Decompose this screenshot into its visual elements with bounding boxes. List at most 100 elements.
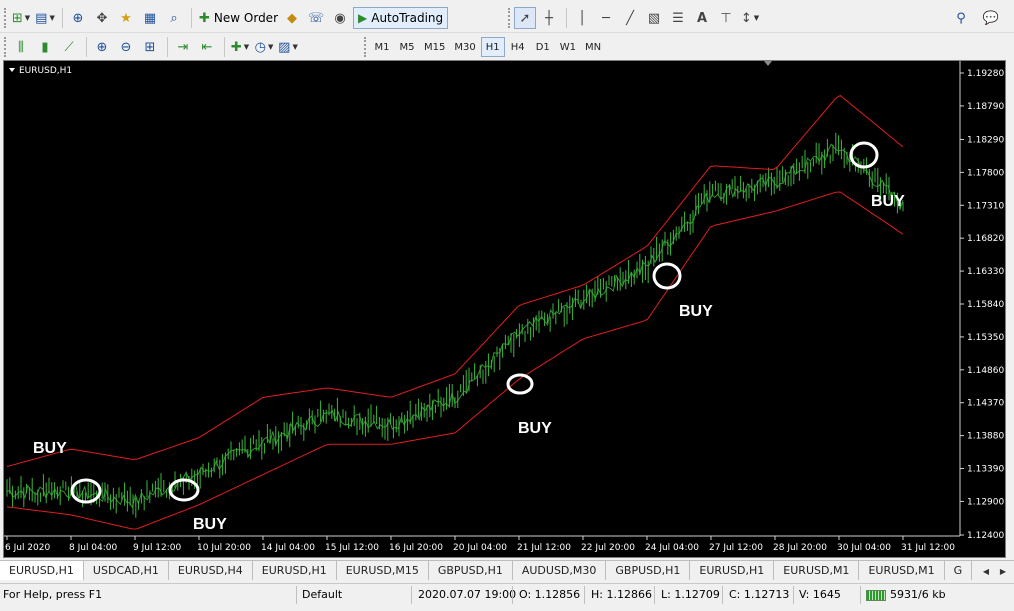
timeframe-m1-button[interactable]: M1 xyxy=(370,37,394,57)
buy-signal-circle xyxy=(652,262,682,290)
toolbar-grip[interactable] xyxy=(508,8,511,28)
chart-tab[interactable]: AUDUSD,M30 xyxy=(513,561,607,580)
equidistant-channel-button[interactable]: ▧ xyxy=(643,7,665,29)
channel-icon: ▧ xyxy=(647,10,661,26)
timeframe-m15-button[interactable]: M15 xyxy=(420,37,449,57)
chart-tab[interactable]: EURUSD,H4 xyxy=(169,561,253,580)
metaeditor-button[interactable]: ◆ xyxy=(281,7,303,29)
profiles-icon: ▤ xyxy=(35,10,48,26)
crosshair-move-icon: ✥ xyxy=(96,10,108,26)
data-window-button[interactable]: ✥ xyxy=(91,7,113,29)
timeframe-mn-button[interactable]: MN xyxy=(581,37,605,57)
status-datetime: 2020.07.07 19:00 xyxy=(418,588,517,601)
timeframe-m5-button[interactable]: M5 xyxy=(395,37,419,57)
navigator-button[interactable]: ★ xyxy=(115,7,137,29)
profiles-button[interactable]: ▤ ▼ xyxy=(34,7,56,29)
bar-chart-button[interactable]: ⫼ xyxy=(10,36,32,58)
zoom-in-button[interactable]: ⊕ xyxy=(91,36,113,58)
trendline-button[interactable]: ╱ xyxy=(619,7,641,29)
time-tick-label: 28 Jul 20:00 xyxy=(773,543,827,553)
horizontal-line-icon: ─ xyxy=(602,10,610,26)
horizontal-line-button[interactable]: ─ xyxy=(595,7,617,29)
timeframe-buttons: M1 M5 M15 M30 H1 H4 D1 W1 MN xyxy=(370,37,606,57)
signals-button[interactable]: ☏ xyxy=(305,7,327,29)
status-profile: Default xyxy=(302,588,343,601)
status-low: L: 1.12709 xyxy=(661,588,720,601)
market-button[interactable]: ◉ xyxy=(329,7,351,29)
price-tick-label: 1.17800 xyxy=(967,168,1004,178)
status-separator xyxy=(296,586,297,604)
chart-tab[interactable]: EURUSD,H1 xyxy=(0,561,84,580)
chart-tab[interactable]: GBPUSD,H1 xyxy=(429,561,513,580)
status-separator xyxy=(860,586,861,604)
toolbar-separator xyxy=(62,8,63,28)
text-label-button[interactable]: ⊤ xyxy=(715,7,737,29)
autotrading-button[interactable]: ▶ AutoTrading xyxy=(353,7,449,29)
zoom-out-button[interactable]: ⊖ xyxy=(115,36,137,58)
time-tick-label: 14 Jul 04:00 xyxy=(261,543,315,553)
metaeditor-icon: ◆ xyxy=(287,10,297,26)
clock-icon: ◷ xyxy=(254,39,266,55)
chevron-down-icon: ▼ xyxy=(292,43,298,51)
chart-tab[interactable]: EURUSD,M1 xyxy=(859,561,945,580)
chart-tab[interactable]: USDCAD,H1 xyxy=(84,561,169,580)
chat-button[interactable]: 💬 xyxy=(980,7,1002,29)
timeframe-w1-button[interactable]: W1 xyxy=(556,37,580,57)
new-chart-button[interactable]: ⊞ ▼ xyxy=(10,7,32,29)
tabs-scroll-right-button[interactable]: ▶ xyxy=(996,564,1010,578)
arrows-button[interactable]: ↕ ▼ xyxy=(739,7,761,29)
candlestick-button[interactable]: ▮ xyxy=(34,36,56,58)
chart-shift-button[interactable]: ⇤ xyxy=(196,36,218,58)
fibonacci-button[interactable]: ☰ xyxy=(667,7,689,29)
search-button[interactable]: ⚲ xyxy=(950,7,972,29)
periods-button[interactable]: ◷ ▼ xyxy=(253,36,275,58)
status-separator xyxy=(512,586,513,604)
chart-tab[interactable]: EURUSD,H1 xyxy=(690,561,775,580)
auto-scroll-button[interactable]: ⇥ xyxy=(172,36,194,58)
price-tick-label: 1.18790 xyxy=(967,102,1004,112)
terminal-button[interactable]: ▦ xyxy=(139,7,161,29)
toolbar-grip[interactable] xyxy=(4,8,7,28)
chart-window[interactable]: EURUSD,H1 1.19280 1.18790 1.18290 1.17800 1.1… xyxy=(3,60,1006,558)
chart-tab[interactable]: G xyxy=(945,561,973,580)
candlestick-icon: ▮ xyxy=(41,39,49,55)
timeframe-d1-button[interactable]: D1 xyxy=(531,37,555,57)
crosshair-tool-button[interactable]: ┼ xyxy=(538,7,560,29)
strategy-tester-button[interactable]: ⌕ xyxy=(163,7,185,29)
tile-windows-icon: ⊞ xyxy=(144,39,156,55)
status-open: O: 1.12856 xyxy=(519,588,581,601)
vertical-line-button[interactable]: │ xyxy=(571,7,593,29)
status-separator xyxy=(411,586,412,604)
price-tick-label: 1.15840 xyxy=(967,300,1004,310)
trendline-icon: ╱ xyxy=(626,10,634,26)
price-chart[interactable]: EURUSD,H1 1.19280 1.18790 1.18290 1.17800 1.1… xyxy=(4,61,1005,557)
tile-windows-button[interactable]: ⊞ xyxy=(139,36,161,58)
market-watch-button[interactable]: ⊕ xyxy=(67,7,89,29)
text-label-icon: ⊤ xyxy=(720,10,732,26)
timeframe-m30-button[interactable]: M30 xyxy=(450,37,479,57)
price-tick-label: 1.13880 xyxy=(967,432,1004,442)
time-tick-label: 8 Jul 04:00 xyxy=(69,543,118,553)
line-chart-button[interactable]: ⟋ xyxy=(58,36,80,58)
toolbar-grip[interactable] xyxy=(364,37,367,57)
new-order-button[interactable]: ✚ New Order xyxy=(196,7,281,29)
timeframe-h1-button[interactable]: H1 xyxy=(480,37,505,57)
templates-icon: ▨ xyxy=(278,39,291,55)
indicators-button[interactable]: ✚ ▼ xyxy=(229,36,251,58)
chart-tab[interactable]: EURUSD,M15 xyxy=(337,561,429,580)
templates-button[interactable]: ▨ ▼ xyxy=(277,36,299,58)
buy-signal-label: BUY xyxy=(193,516,227,533)
tabs-scroll-left-button[interactable]: ◀ xyxy=(979,564,993,578)
time-tick-label: 27 Jul 12:00 xyxy=(709,543,763,553)
toolbar-separator xyxy=(191,8,192,28)
new-order-label: New Order xyxy=(213,11,278,25)
price-tick-label: 1.16330 xyxy=(967,267,1004,277)
chart-tab[interactable]: EURUSD,M1 xyxy=(774,561,860,580)
time-tick-label: 30 Jul 04:00 xyxy=(837,543,891,553)
chart-tab[interactable]: EURUSD,H1 xyxy=(253,561,337,580)
text-tool-button[interactable]: A xyxy=(691,7,713,29)
timeframe-h4-button[interactable]: H4 xyxy=(506,37,530,57)
cursor-tool-button[interactable]: ➚ xyxy=(514,7,536,29)
chart-tab[interactable]: GBPUSD,H1 xyxy=(606,561,691,580)
toolbar-grip[interactable] xyxy=(4,37,7,57)
